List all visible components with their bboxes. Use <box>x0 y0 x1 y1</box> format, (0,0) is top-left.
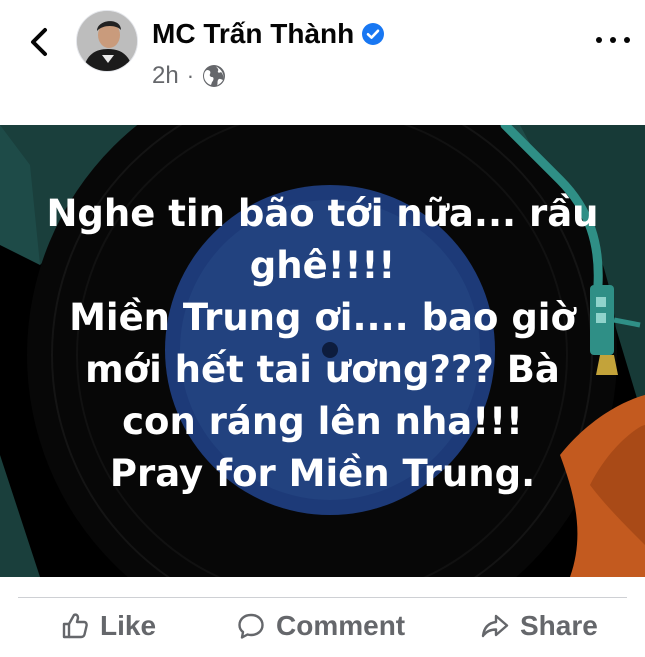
post-header: MC Trấn Thành 2h · <box>0 0 645 125</box>
more-dot <box>610 37 616 43</box>
avatar-photo <box>77 11 137 71</box>
comment-bubble-icon <box>238 613 264 639</box>
more-dot <box>624 37 630 43</box>
post-text-line: con ráng lên nha!!! <box>122 400 523 443</box>
share-button[interactable]: Share <box>480 604 598 648</box>
post-text-line: ghê!!!! <box>249 244 396 287</box>
chevron-left-icon <box>31 28 47 56</box>
more-dot <box>596 37 602 43</box>
more-options-button[interactable] <box>596 30 630 50</box>
post-meta: 2h · <box>152 60 226 92</box>
share-label: Share <box>520 610 598 641</box>
comment-label: Comment <box>276 610 406 641</box>
post-actions-bar: Like Comment Share <box>0 598 645 657</box>
verified-badge-icon <box>362 23 385 45</box>
like-button[interactable]: Like <box>60 604 156 648</box>
post-text: Nghe tin bão tới nữa... rầu ghê!!!! Miền… <box>0 188 645 500</box>
page-name[interactable]: MC Trấn Thành <box>152 18 354 50</box>
post-text-line: Nghe tin bão tới nữa... rầu <box>46 192 599 235</box>
back-button[interactable] <box>22 22 56 62</box>
globe-icon[interactable] <box>202 64 226 88</box>
like-label: Like <box>100 610 157 641</box>
thumbs-up-icon <box>62 613 88 639</box>
author-line: MC Trấn Thành <box>152 14 385 54</box>
comment-button[interactable]: Comment <box>236 604 405 648</box>
post-text-line: Pray for Miền Trung. <box>109 452 536 495</box>
post-image[interactable]: Nghe tin bão tới nữa... rầu ghê!!!! Miền… <box>0 125 645 577</box>
meta-separator: · <box>186 63 195 88</box>
profile-avatar[interactable] <box>76 10 138 72</box>
share-arrow-icon <box>481 614 509 638</box>
post-text-line: Miền Trung ơi.... bao giờ <box>69 296 576 339</box>
post-timestamp[interactable]: 2h <box>152 62 179 90</box>
post-text-line: mới hết tai ương??? Bà <box>85 348 560 391</box>
